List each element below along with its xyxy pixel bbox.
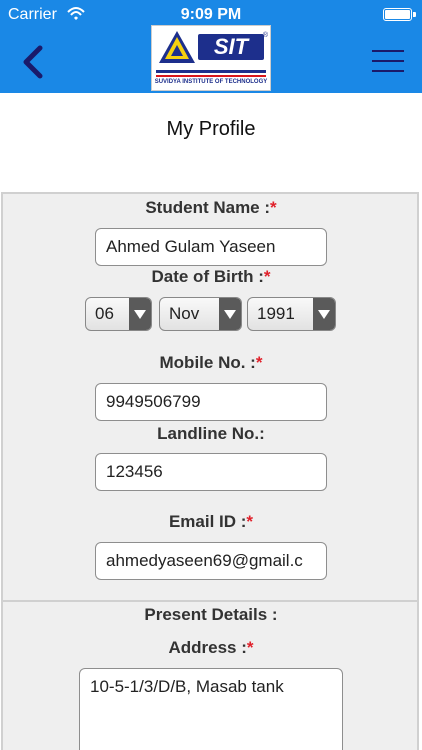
status-time: 9:09 PM: [180, 6, 242, 23]
present-details-label: Present Details :: [144, 605, 278, 624]
email-field[interactable]: ahmedyaseen69@gmail.c: [95, 542, 327, 580]
dropdown-arrow-icon: [129, 298, 151, 330]
battery-icon: [383, 8, 416, 21]
student-name-label: Student Name :*: [145, 198, 277, 217]
landline-field[interactable]: 123456: [95, 453, 327, 491]
logo-tagline: SUVIDYA INSTITUTE OF TECHNOLOGY: [154, 79, 268, 85]
page-title: My Profile: [166, 118, 256, 140]
mobile-label: Mobile No. :*: [159, 353, 263, 372]
dropdown-arrow-icon: [219, 298, 241, 330]
student-name-field[interactable]: Ahmed Gulam Yaseen: [95, 228, 327, 266]
dob-month-select[interactable]: Nov: [159, 297, 242, 331]
landline-label: Landline No.:: [157, 424, 265, 443]
dropdown-arrow-icon: [313, 298, 335, 330]
logo-registered-mark: ®: [262, 32, 268, 39]
dob-day-select[interactable]: 06: [85, 297, 152, 331]
triangle-emblem-icon: [159, 31, 195, 63]
hamburger-menu-icon[interactable]: [372, 50, 404, 74]
logo-wordmark: SIT: [198, 34, 264, 60]
email-label: Email ID :*: [168, 512, 254, 531]
back-chevron-icon[interactable]: [18, 42, 48, 82]
address-label: Address :*: [168, 638, 254, 657]
mobile-field[interactable]: 9949506799: [95, 383, 327, 421]
address-textarea[interactable]: 10-5-1/3/D/B, Masab tank: [79, 668, 343, 750]
sit-logo: SIT ® SUVIDYA INSTITUTE OF TECHNOLOGY: [151, 25, 271, 91]
dob-label: Date of Birth :*: [151, 267, 271, 286]
dob-year-select[interactable]: 1991: [247, 297, 336, 331]
